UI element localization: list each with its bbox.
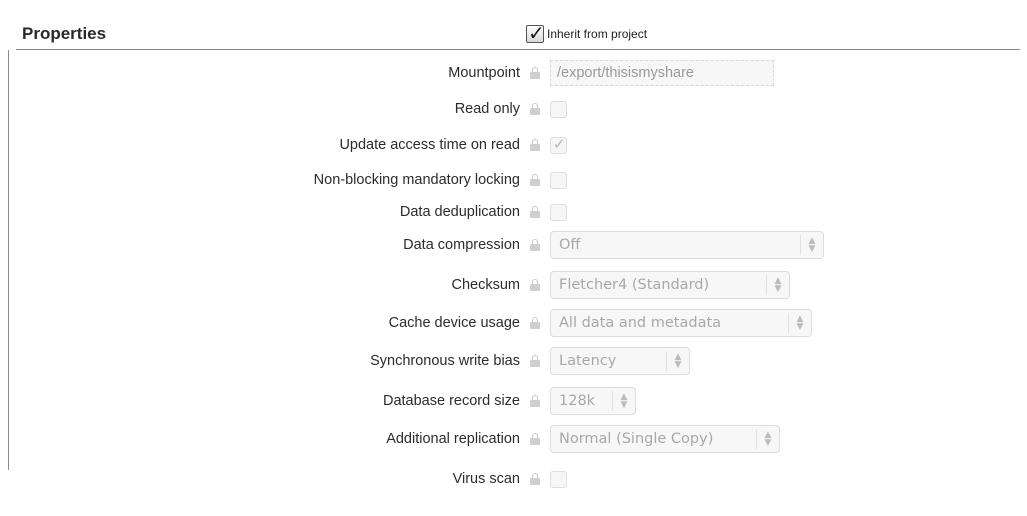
lock-icon [530, 206, 540, 218]
properties-header: Properties ✓ Inherit from project [16, 12, 1020, 50]
sync-bias-label: Synchronous write bias [370, 353, 520, 369]
lock-icon [530, 433, 540, 445]
lock-icon [530, 473, 540, 485]
up-down-arrows-icon: ▲ ▼ [788, 313, 811, 333]
row-replication: Additional replication Normal (Single Co… [0, 424, 780, 454]
row-read-only: Read only [0, 94, 567, 124]
checksum-select[interactable]: Fletcher4 (Standard) ▲ ▼ [550, 271, 790, 299]
read-only-checkbox[interactable] [550, 100, 567, 118]
virus-scan-label: Virus scan [452, 471, 520, 487]
inherit-label: Inherit from project [547, 27, 648, 41]
virus-scan-checkbox[interactable] [550, 470, 567, 488]
row-checksum: Checksum Fletcher4 (Standard) ▲ ▼ [0, 270, 790, 300]
up-down-arrows-icon: ▲ ▼ [756, 429, 779, 449]
row-dedup: Data deduplication [0, 197, 567, 227]
row-virus-scan: Virus scan [0, 464, 567, 494]
compression-value: Off [559, 237, 581, 253]
lock-icon [530, 174, 540, 186]
up-down-arrows-icon: ▲ ▼ [766, 275, 789, 295]
sync-bias-select[interactable]: Latency ▲ ▼ [550, 347, 690, 375]
row-cache-device: Cache device usage All data and metadata… [0, 308, 812, 338]
checksum-label: Checksum [451, 277, 521, 293]
lock-icon [530, 239, 540, 251]
cache-device-label: Cache device usage [388, 315, 520, 331]
inherit-checkbox[interactable]: ✓ [526, 23, 545, 45]
lock-icon [530, 279, 540, 291]
update-access-time-checkbox[interactable]: ✓ [550, 135, 567, 154]
row-update-access-time: Update access time on read ✓ [0, 130, 567, 160]
compression-label: Data compression [403, 237, 520, 253]
replication-value: Normal (Single Copy) [559, 431, 714, 447]
mountpoint-input[interactable]: /export/thisismyshare [550, 60, 774, 86]
cache-device-select[interactable]: All data and metadata ▲ ▼ [550, 309, 812, 337]
up-down-arrows-icon: ▲ ▼ [666, 351, 689, 371]
record-size-select[interactable]: 128k ▲ ▼ [550, 387, 636, 415]
inherit-toggle[interactable]: ✓ Inherit from project [526, 23, 648, 45]
up-down-arrows-icon: ▲ ▼ [612, 391, 635, 411]
dedup-label: Data deduplication [399, 204, 520, 220]
lock-icon [530, 139, 540, 151]
nbmand-label: Non-blocking mandatory locking [313, 172, 520, 188]
checksum-value: Fletcher4 (Standard) [559, 277, 710, 293]
row-record-size: Database record size 128k ▲ ▼ [0, 386, 636, 416]
nbmand-checkbox[interactable] [550, 171, 567, 189]
up-down-arrows-icon: ▲ ▼ [800, 235, 823, 255]
mountpoint-label: Mountpoint [448, 65, 520, 81]
row-nbmand: Non-blocking mandatory locking [0, 165, 567, 195]
row-compression: Data compression Off ▲ ▼ [0, 230, 824, 260]
read-only-label: Read only [454, 101, 520, 117]
section-title: Properties [22, 24, 107, 43]
dedup-checkbox[interactable] [550, 203, 567, 221]
checkmark-icon: ✓ [553, 135, 566, 153]
lock-icon [530, 67, 540, 79]
sync-bias-value: Latency [559, 353, 617, 369]
lock-icon [530, 355, 540, 367]
replication-label: Additional replication [386, 431, 520, 447]
update-access-time-label: Update access time on read [339, 137, 520, 153]
row-sync-bias: Synchronous write bias Latency ▲ ▼ [0, 346, 690, 376]
lock-icon [530, 395, 540, 407]
record-size-value: 128k [559, 393, 596, 409]
lock-icon [530, 317, 540, 329]
cache-device-value: All data and metadata [559, 315, 722, 331]
row-mountpoint: Mountpoint /export/thisismyshare [0, 58, 774, 88]
record-size-label: Database record size [382, 393, 520, 409]
lock-icon [530, 103, 540, 115]
checkmark-icon: ✓ [528, 23, 545, 45]
compression-select[interactable]: Off ▲ ▼ [550, 231, 824, 259]
replication-select[interactable]: Normal (Single Copy) ▲ ▼ [550, 425, 780, 453]
